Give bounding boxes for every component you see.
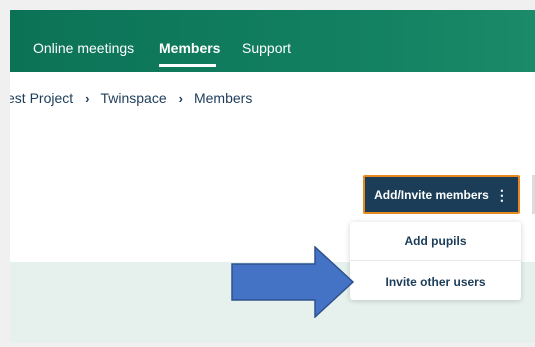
breadcrumb-members: Members <box>193 90 253 106</box>
nav-support[interactable]: Support <box>242 40 291 56</box>
breadcrumb-twinspace[interactable]: Twinspace <box>100 90 166 106</box>
breadcrumb-chevron-icon: › <box>85 90 90 106</box>
nav-online-meetings[interactable]: Online meetings <box>33 40 134 56</box>
breadcrumb-chevron-icon: › <box>178 90 183 106</box>
breadcrumb: Test Project › Twinspace › Members <box>0 89 252 107</box>
breadcrumb-test-project[interactable]: Test Project <box>0 90 73 106</box>
menu-divider <box>350 260 521 261</box>
menu-item-invite-other-users[interactable]: Invite other users <box>350 275 521 289</box>
add-invite-members-button[interactable]: Add/Invite members ⋮ <box>363 175 520 214</box>
add-invite-members-label: Add/Invite members <box>374 187 489 202</box>
menu-item-add-pupils[interactable]: Add pupils <box>350 234 521 248</box>
nav-active-underline <box>159 64 216 67</box>
blue-right-arrow-icon <box>231 246 355 318</box>
kebab-menu-icon: ⋮ <box>494 186 509 203</box>
arrow-shape <box>231 246 355 318</box>
nav-members[interactable]: Members <box>159 40 220 56</box>
invite-dropdown-menu: Add pupils Invite other users <box>350 222 521 300</box>
